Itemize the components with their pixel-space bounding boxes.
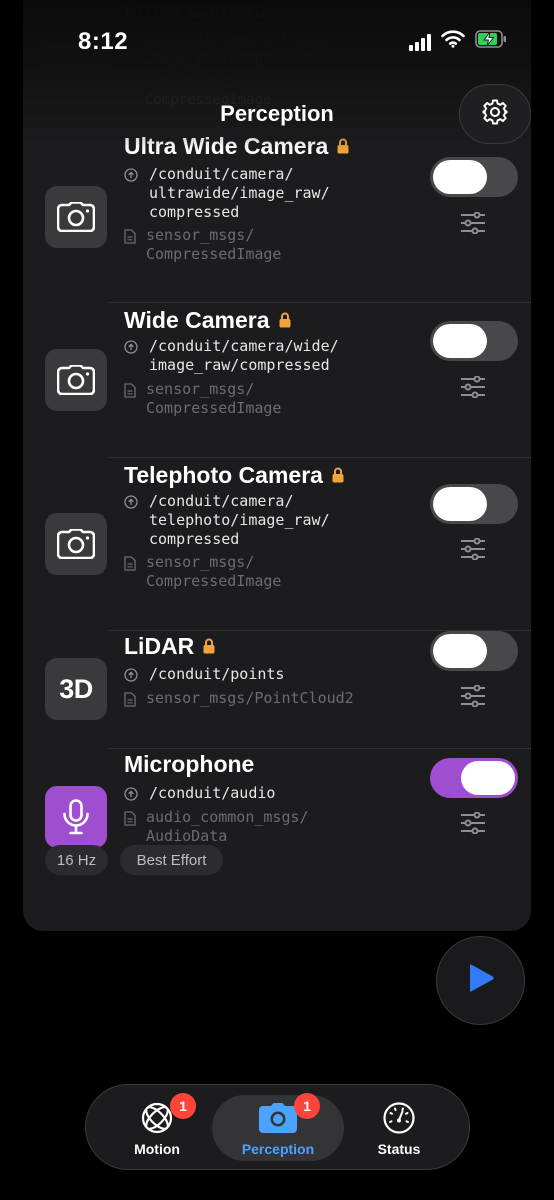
gauge-icon [382, 1101, 416, 1135]
toggle-knob [433, 160, 487, 194]
sensor-row-ultra-wide-camera: Ultra Wide Camera /conduit/camera/ ultra… [23, 133, 531, 303]
tab-bar: Motion 1 Perception 1 Status [85, 1084, 470, 1170]
sensor-toggle[interactable] [430, 484, 518, 524]
sensor-toggle[interactable] [430, 758, 518, 798]
app-screen: Front Camera /conduit/camera/front/ imag… [0, 0, 554, 1200]
sensor-name: Wide Camera [124, 307, 291, 334]
topic-line: /conduit/camera/wide/ image_raw/compress… [124, 337, 339, 375]
tab-label: Status [377, 1141, 421, 1157]
wifi-icon [441, 30, 465, 53]
topic-upload-icon [124, 668, 140, 687]
sensor-row-wide-camera: Wide Camera /conduit/camera/wide/ image_… [23, 303, 531, 458]
sensor-name: Telephoto Camera [124, 462, 344, 489]
type-line: sensor_msgs/PointCloud2 [124, 689, 354, 712]
microphone-icon [45, 786, 107, 848]
topic-line: /conduit/points [124, 665, 284, 687]
rate-chip[interactable]: 16 Hz [45, 845, 108, 875]
camera-icon [45, 349, 107, 411]
signal-icon [409, 33, 431, 51]
sensor-name: LiDAR [124, 633, 215, 660]
qos-chip[interactable]: Best Effort [120, 845, 223, 875]
sensor-name-label: Wide Camera [124, 307, 270, 333]
topic-line: /conduit/camera/ ultrawide/image_raw/ co… [124, 165, 330, 222]
tab-label: Motion [134, 1141, 180, 1157]
play-button[interactable] [436, 936, 525, 1025]
tab-perception[interactable]: Perception 1 [212, 1093, 344, 1161]
tab-status[interactable]: Status [366, 1095, 432, 1161]
topic-text: /conduit/points [149, 665, 285, 683]
topic-text: /conduit/camera/ ultrawide/image_raw/ co… [149, 165, 330, 221]
sensor-name-label: Microphone [124, 751, 255, 777]
sliders-settings-icon[interactable] [460, 211, 486, 235]
sensor-row-microphone: Microphone /conduit/audio audio_common_m… [23, 749, 531, 849]
type-line: audio_common_msgs/ AudioData [124, 808, 309, 846]
notification-badge: 1 [170, 1093, 196, 1119]
message-type-text: sensor_msgs/ CompressedImage [146, 553, 282, 590]
topic-upload-icon [124, 495, 140, 514]
status-icons [409, 30, 508, 53]
topic-text: /conduit/camera/ telephoto/image_raw/ co… [149, 492, 330, 548]
sensor-row-lidar: 3D LiDAR /conduit/points sensor_msgs/Poi… [23, 631, 531, 749]
document-icon [124, 692, 140, 712]
3d-icon-label: 3D [59, 673, 93, 704]
sensor-row-telephoto-camera: Telephoto Camera /conduit/camera/ teleph… [23, 458, 531, 631]
camera-icon [45, 186, 107, 248]
toggle-knob [433, 634, 487, 668]
sensor-name-label: Ultra Wide Camera [124, 133, 329, 159]
settings-button[interactable] [459, 84, 531, 144]
topic-text: /conduit/camera/wide/ image_raw/compress… [149, 337, 339, 374]
camera-icon [258, 1101, 298, 1135]
sliders-settings-icon[interactable] [460, 537, 486, 561]
sliders-settings-icon[interactable] [460, 811, 486, 835]
message-type-text: sensor_msgs/PointCloud2 [146, 689, 354, 707]
tab-label: Perception [241, 1141, 315, 1157]
gear-icon [482, 99, 508, 130]
sensor-name-label: Telephoto Camera [124, 462, 323, 488]
type-line: sensor_msgs/ CompressedImage [124, 553, 281, 591]
topic-text: /conduit/audio [149, 784, 276, 802]
lock-icon [203, 633, 215, 660]
lock-icon [337, 133, 349, 160]
3d-icon: 3D [45, 658, 107, 720]
sensor-name: Ultra Wide Camera [124, 133, 349, 160]
lock-icon [279, 307, 291, 334]
message-type-text: audio_common_msgs/ AudioData [146, 808, 309, 845]
notification-badge: 1 [294, 1093, 320, 1119]
document-icon [124, 556, 140, 576]
lock-icon [332, 462, 344, 489]
sensor-toggle[interactable] [430, 631, 518, 671]
tab-motion[interactable]: Motion 1 [122, 1093, 196, 1161]
topic-upload-icon [124, 787, 140, 806]
topic-upload-icon [124, 168, 140, 187]
document-icon [124, 383, 140, 403]
play-icon [467, 963, 495, 998]
battery-charging-icon [475, 30, 508, 53]
perception-panel: Front Camera /conduit/camera/front/ imag… [23, 0, 531, 931]
camera-icon [45, 513, 107, 575]
gyroscope-icon [140, 1101, 174, 1135]
status-bar: 8:12 [0, 0, 554, 84]
sensor-name: Microphone [124, 751, 254, 778]
sliders-settings-icon[interactable] [460, 684, 486, 708]
topic-upload-icon [124, 340, 140, 359]
message-type-text: sensor_msgs/ CompressedImage [146, 226, 282, 263]
document-icon [124, 811, 140, 831]
toggle-knob [433, 324, 487, 358]
sliders-settings-icon[interactable] [460, 375, 486, 399]
sensor-toggle[interactable] [430, 157, 518, 197]
message-type-text: sensor_msgs/ CompressedImage [146, 380, 282, 417]
sensor-name-label: LiDAR [124, 633, 195, 659]
type-line: sensor_msgs/ CompressedImage [124, 226, 281, 264]
toggle-knob [433, 487, 487, 521]
topic-line: /conduit/audio [124, 784, 275, 806]
type-line: sensor_msgs/ CompressedImage [124, 380, 281, 418]
sensor-toggle[interactable] [430, 321, 518, 361]
status-time: 8:12 [78, 28, 129, 55]
topic-line: /conduit/camera/ telephoto/image_raw/ co… [124, 492, 330, 549]
toggle-knob [461, 761, 515, 795]
document-icon [124, 229, 140, 249]
